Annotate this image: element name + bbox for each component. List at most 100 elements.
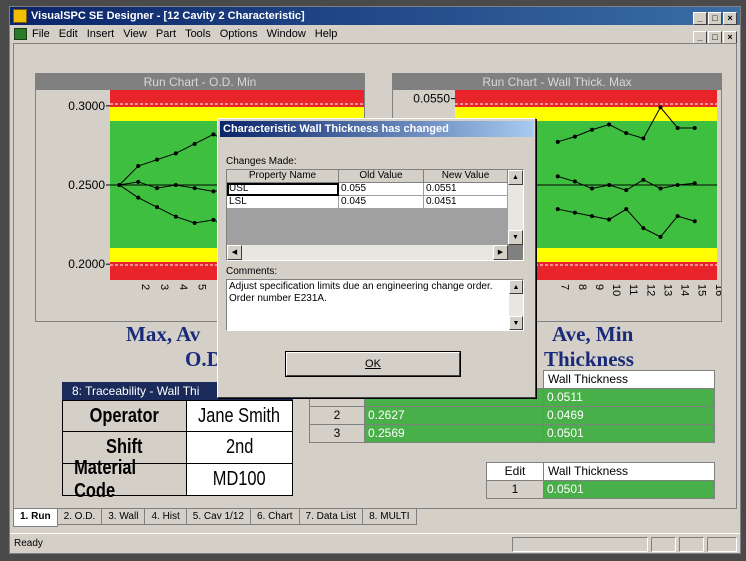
data-point	[589, 127, 594, 132]
trace-value-shift[interactable]: 2nd	[186, 431, 293, 464]
y-tick-label: 0.3000	[68, 99, 105, 113]
data-point	[607, 122, 612, 127]
data-point	[607, 183, 612, 187]
menu-insert[interactable]: Insert	[87, 28, 115, 40]
grid-cell[interactable]: 0.0551	[424, 183, 508, 196]
changes-label: Changes Made:	[226, 156, 297, 167]
status-bar: Ready	[10, 533, 740, 553]
traceability-panel: 8: Traceability - Wall Thi Operator Jane…	[62, 382, 293, 502]
grid-cell[interactable]: 0.045	[339, 196, 424, 209]
scroll-up-icon[interactable]: ▲	[509, 280, 523, 294]
tab-hist[interactable]: 4. Hist	[144, 509, 187, 525]
left-title-line1: Max, Av	[126, 322, 201, 346]
grid-cell[interactable]: USL	[227, 183, 339, 196]
x-tick-label: 15	[696, 284, 708, 296]
trace-label-operator: Operator	[62, 400, 187, 432]
x-tick-label: 8	[576, 284, 588, 290]
edit-button[interactable]: Edit	[486, 462, 544, 481]
grid-cell[interactable]: LSL	[227, 196, 339, 209]
tab-chart[interactable]: 6. Chart	[249, 509, 300, 525]
scroll-down-icon[interactable]: ▼	[508, 230, 523, 245]
status-pane	[679, 537, 704, 552]
scroll-left-icon[interactable]: ◀	[227, 245, 242, 260]
row-number[interactable]: 2	[309, 406, 365, 425]
trace-value-material-code[interactable]: MD100	[186, 463, 293, 496]
data-point	[136, 195, 141, 200]
menu-file[interactable]: File	[32, 28, 50, 40]
grid-cell[interactable]: 0.055	[339, 183, 424, 196]
data-point	[211, 189, 216, 194]
data-point	[136, 179, 141, 184]
column-header[interactable]: Old Value	[339, 170, 424, 183]
scroll-down-icon[interactable]: ▼	[509, 316, 523, 330]
data-cell[interactable]: 0.0501	[543, 424, 715, 443]
data-point	[555, 207, 560, 212]
window-title: VisualSPC SE Designer - [12 Cavity 2 Cha…	[31, 10, 305, 22]
edit-table-header: Wall Thickness	[543, 462, 715, 481]
comments-textarea[interactable]: Adjust specification limits due an engin…	[226, 279, 524, 331]
trace-value-operator[interactable]: Jane Smith	[186, 400, 293, 432]
change-dialog: Characteristic Wall Thickness has change…	[217, 118, 536, 398]
data-point	[555, 174, 560, 179]
menu-view[interactable]: View	[123, 28, 147, 40]
data-cell[interactable]: 0.0469	[543, 406, 715, 425]
data-point	[607, 217, 612, 222]
data-point	[211, 217, 216, 222]
scroll-up-icon[interactable]: ▲	[508, 170, 523, 185]
right-title-line1: Ave, Min	[552, 322, 634, 346]
ok-button[interactable]: OK	[286, 352, 460, 376]
data-cell[interactable]: 0.2627	[364, 406, 544, 425]
right-title-line2: Thickness	[544, 347, 634, 371]
data-point	[624, 207, 629, 212]
status-pane	[707, 537, 737, 552]
chart-title: Run Chart - O.D. Min	[36, 74, 364, 90]
data-point	[692, 181, 697, 186]
tab-run[interactable]: 1. Run	[13, 509, 58, 527]
menu-bar: File Edit Insert View Part Tools Options Window…	[10, 25, 740, 44]
minimize-button[interactable]: _	[693, 12, 707, 25]
horizontal-scrollbar[interactable]: ◀ ▶	[227, 245, 508, 260]
data-point	[624, 131, 629, 136]
maximize-button[interactable]: □	[708, 12, 722, 25]
scroll-right-icon[interactable]: ▶	[493, 245, 508, 260]
comments-scrollbar[interactable]: ▲ ▼	[509, 280, 523, 330]
status-pane	[512, 537, 648, 552]
menu-help[interactable]: Help	[315, 28, 338, 40]
data-cell[interactable]: 0.2569	[364, 424, 544, 443]
grid-cell[interactable]: 0.0451	[424, 196, 508, 209]
menu-window[interactable]: Window	[267, 28, 306, 40]
x-tick-label: 4	[177, 284, 189, 290]
data-point	[192, 141, 197, 146]
menu-tools[interactable]: Tools	[185, 28, 211, 40]
comments-label: Comments:	[226, 266, 278, 277]
edit-value-cell[interactable]: 0.0501	[543, 480, 715, 499]
menu-edit[interactable]: Edit	[59, 28, 78, 40]
tab-cav[interactable]: 5. Cav 1/12	[185, 509, 251, 525]
x-tick-label: 14	[679, 284, 691, 296]
document-icon[interactable]	[14, 28, 27, 40]
column-header[interactable]: Property Name	[227, 170, 339, 183]
close-button[interactable]: ×	[723, 12, 737, 25]
data-point	[555, 139, 560, 144]
data-point	[675, 183, 680, 187]
data-point	[211, 132, 216, 137]
row-number[interactable]: 1	[486, 480, 544, 499]
row-number[interactable]: 3	[309, 424, 365, 443]
tab-od[interactable]: 2. O.D.	[56, 509, 103, 525]
data-point	[589, 214, 594, 219]
tab-multi[interactable]: 8. MULTI	[362, 509, 417, 525]
data-point	[173, 214, 178, 219]
tab-data-list[interactable]: 7. Data List	[298, 509, 364, 525]
x-tick-label: 13	[661, 284, 673, 296]
x-tick-label: 11	[627, 284, 639, 295]
menu-part[interactable]: Part	[156, 28, 176, 40]
vertical-scrollbar[interactable]: ▲ ▼	[508, 170, 523, 245]
data-cell[interactable]: 0.0511	[543, 388, 715, 407]
column-header[interactable]: New Value	[424, 170, 508, 183]
comments-text: Adjust specification limits due an engin…	[229, 281, 493, 304]
data-point	[155, 186, 160, 191]
data-point	[192, 186, 197, 191]
menu-options[interactable]: Options	[220, 28, 258, 40]
trace-label-material-code: Material Code	[62, 457, 187, 502]
tab-wall[interactable]: 3. Wall	[101, 509, 146, 525]
